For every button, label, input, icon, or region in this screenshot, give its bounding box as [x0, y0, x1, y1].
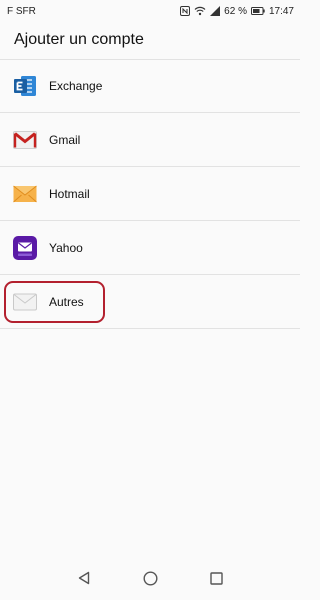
account-item-exchange[interactable]: Exchange: [0, 59, 300, 113]
battery-percent: 62 %: [224, 5, 247, 17]
account-label: Hotmail: [49, 186, 90, 201]
back-triangle-icon: [78, 571, 90, 585]
status-icons: 62 % 17:47: [180, 6, 294, 17]
exchange-icon: [12, 73, 38, 99]
signal-icon: [210, 6, 221, 16]
account-label: Exchange: [49, 79, 103, 93]
selection-highlight: [4, 281, 105, 323]
nfc-icon: [180, 6, 191, 16]
recents-square-icon: [209, 571, 223, 585]
account-item-autres[interactable]: Autres: [0, 275, 300, 329]
account-label: Gmail: [49, 132, 81, 147]
carrier-label: F SFR: [7, 5, 36, 17]
recents-button[interactable]: [207, 569, 225, 587]
account-item-yahoo[interactable]: Yahoo: [0, 221, 300, 275]
gmail-icon: [12, 127, 38, 153]
battery-icon: [250, 7, 265, 15]
home-button[interactable]: [141, 569, 159, 587]
account-item-hotmail[interactable]: Hotmail: [0, 167, 300, 221]
clock: 17:47: [268, 5, 294, 17]
yahoo-icon: [12, 235, 38, 261]
page-title: Ajouter un compte: [14, 31, 144, 48]
account-label: Yahoo: [49, 240, 83, 255]
account-list: Exchange Gmail Hotmail Yahoo Autres: [0, 59, 300, 329]
back-button[interactable]: [75, 569, 93, 587]
status-bar: F SFR 62 % 17:47: [0, 0, 300, 22]
account-item-gmail[interactable]: Gmail: [0, 113, 300, 167]
home-circle-icon: [142, 570, 158, 586]
hotmail-icon: [12, 181, 38, 207]
navigation-bar: [0, 556, 300, 600]
wifi-icon: [194, 6, 206, 16]
